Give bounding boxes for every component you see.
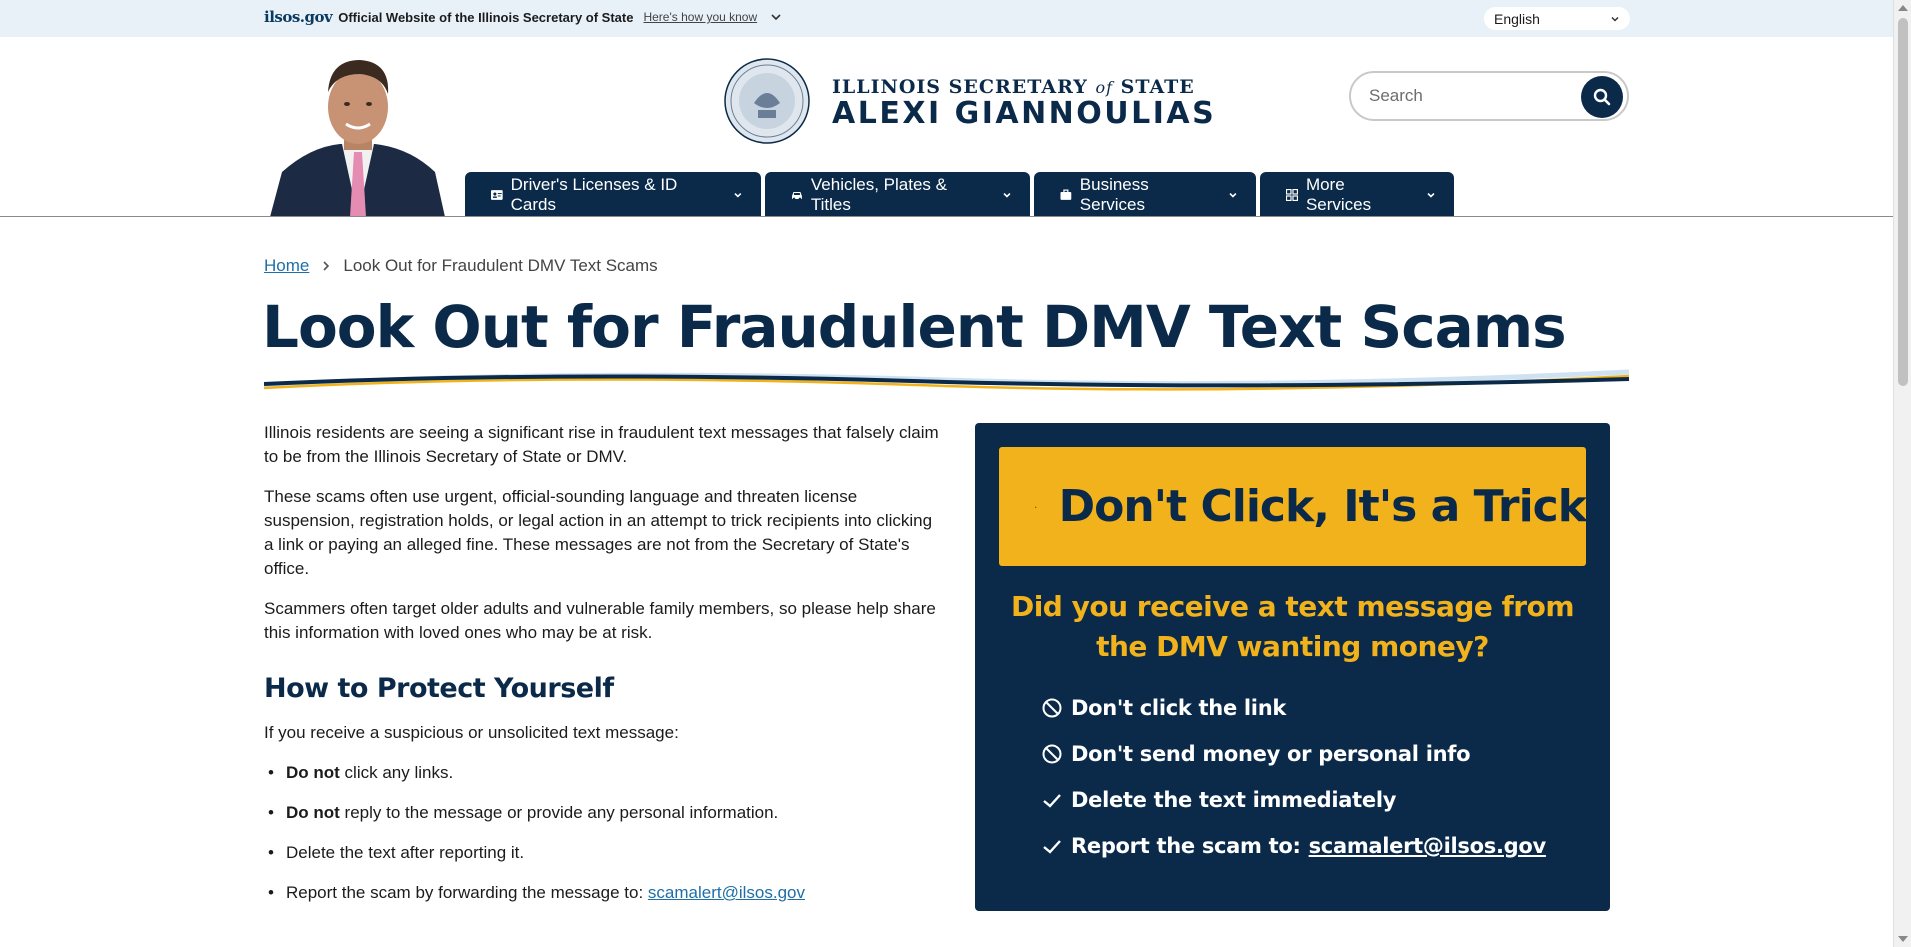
nav-more-services[interactable]: More Services <box>1260 172 1454 217</box>
checkmark-icon <box>1043 794 1061 808</box>
chevron-down-icon[interactable] <box>769 10 783 24</box>
paragraph: If you receive a suspicious or unsolicit… <box>264 723 679 742</box>
section-heading: How to Protect Yourself <box>264 673 614 704</box>
list-item: Do not click any links. <box>268 761 940 785</box>
list-item: Do not reply to the message or provide a… <box>268 801 940 825</box>
nav-label: Vehicles, Plates & Titles <box>810 174 947 214</box>
brand-title-line1: ILLINOIS SECRETARY of STATE <box>832 76 1195 98</box>
id-card-icon <box>491 189 503 200</box>
nav-label: Driver's Licenses & ID Cards <box>510 174 678 214</box>
prohibited-icon <box>1042 698 1062 718</box>
tip-item: Delete the text immediately <box>1041 777 1546 823</box>
protect-list: Do not click any links. Do not reply to … <box>264 761 940 905</box>
language-select[interactable]: English <box>1484 7 1630 30</box>
official-website-text: Official Website of the Illinois Secreta… <box>338 9 634 25</box>
breadcrumb-current: Look Out for Fraudulent DMV Text Scams <box>343 256 658 275</box>
page-title: Look Out for Fraudulent DMV Text Scams <box>262 293 1567 361</box>
heres-how-you-know-link[interactable]: Here's how you know <box>643 10 757 24</box>
list-item: Delete the text after reporting it. <box>268 841 940 865</box>
nav-label: More Services <box>1305 174 1372 214</box>
briefcase-icon <box>1060 189 1072 200</box>
scamalert-email-link[interactable]: scamalert@ilsos.gov <box>648 883 805 902</box>
dont-click-banner: Don't Click, It's a Trick <box>999 447 1587 566</box>
page-scrollbar[interactable] <box>1893 0 1911 947</box>
tip-item: Don't click the link <box>1041 685 1546 731</box>
chevron-down-icon <box>734 192 742 198</box>
checkmark-icon <box>1043 840 1061 854</box>
paragraph: These scams often use urgent, official-s… <box>264 487 933 578</box>
scrollbar-thumb[interactable] <box>1898 18 1908 386</box>
breadcrumb-home-link[interactable]: Home <box>264 256 309 276</box>
ilsos-logo: ilsos.gov <box>264 8 333 26</box>
header-divider <box>0 216 1893 217</box>
paragraph: Illinois residents are seeing a signific… <box>264 423 939 466</box>
nav-drivers-licenses[interactable]: Driver's Licenses & ID Cards <box>465 172 761 217</box>
language-select-value: English <box>1494 10 1540 27</box>
nav-business-services[interactable]: Business Services <box>1034 172 1256 217</box>
scam-alert-card: Don't Click, It's a Trick Did you receiv… <box>975 423 1610 911</box>
decorative-swoosh <box>264 369 1629 391</box>
tip-item: Don't send money or personal info <box>1041 731 1546 777</box>
chevron-right-icon <box>323 261 330 271</box>
car-icon <box>791 191 802 200</box>
search-icon <box>1593 88 1611 106</box>
prohibited-icon <box>1042 744 1062 764</box>
main-navigation: Driver's Licenses & ID Cards Vehicles, P… <box>465 172 1454 217</box>
chevron-down-icon <box>1003 192 1011 198</box>
chevron-down-icon <box>1229 192 1237 198</box>
search-box <box>1349 71 1629 121</box>
state-seal-logo[interactable] <box>724 58 810 144</box>
site-brand[interactable]: ILLINOIS SECRETARY of STATE ALEXI GIANNO… <box>832 76 1216 131</box>
scroll-down-arrow-icon[interactable] <box>1898 936 1908 942</box>
chevron-down-icon <box>1427 192 1435 198</box>
nav-vehicles-plates-titles[interactable]: Vehicles, Plates & Titles <box>765 172 1030 217</box>
tip-item: Report the scam to: scamalert@ilsos.gov <box>1041 823 1546 869</box>
banner-text: Don't Click, It's a Trick <box>1058 481 1587 532</box>
list-item: Report the scam by forwarding the messag… <box>268 881 940 905</box>
search-button[interactable] <box>1581 76 1623 118</box>
grid-icon <box>1286 188 1298 201</box>
scamalert-email-link[interactable]: scamalert@ilsos.gov <box>1309 834 1547 858</box>
chevron-down-icon <box>1611 16 1619 22</box>
paragraph: Scammers often target older adults and v… <box>264 599 936 642</box>
secretary-portrait <box>270 52 445 217</box>
warning-icon <box>1035 505 1037 508</box>
article-body: Illinois residents are seeing a signific… <box>264 421 940 921</box>
tips-list: Don't click the link Don't send money or… <box>1041 685 1546 869</box>
search-input[interactable] <box>1369 83 1569 109</box>
brand-title-line2: ALEXI GIANNOULIAS <box>832 96 1217 131</box>
nav-label: Business Services <box>1079 174 1149 214</box>
scroll-up-arrow-icon[interactable] <box>1898 5 1908 11</box>
card-question: Did you receive a text message from the … <box>1010 590 1575 663</box>
breadcrumb: Home Look Out for Fraudulent DMV Text Sc… <box>264 256 658 276</box>
official-gov-banner: ilsos.gov Official Website of the Illino… <box>0 0 1893 37</box>
